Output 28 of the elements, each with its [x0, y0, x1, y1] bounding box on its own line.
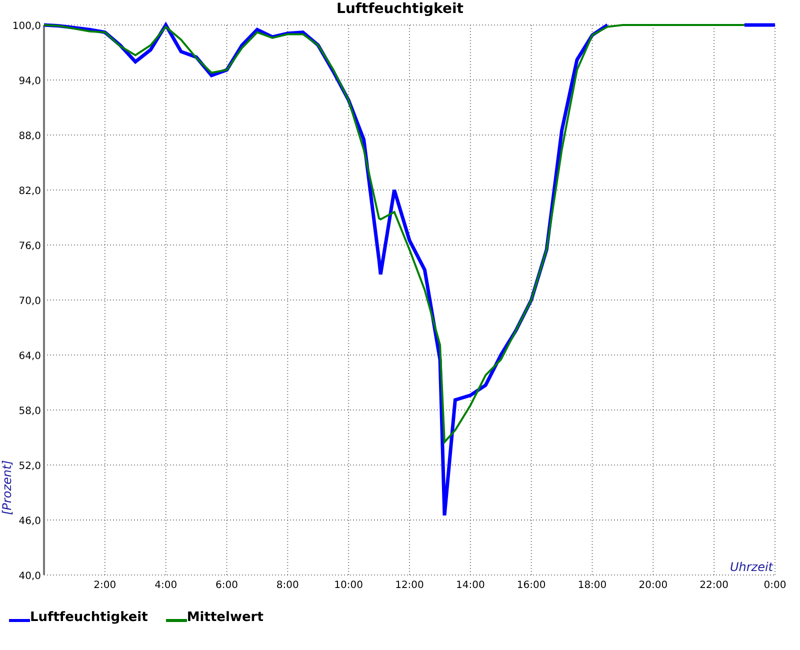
y-tick-label: 58,0 — [18, 406, 41, 417]
x-tick-label: 0:00 — [764, 580, 786, 591]
y-tick-label: 88,0 — [18, 131, 41, 142]
x-tick-label: 16:00 — [516, 580, 546, 591]
x-tick-label: 10:00 — [334, 580, 363, 591]
x-tick-label: 22:00 — [700, 580, 728, 591]
x-tick-label: 20:00 — [638, 580, 668, 591]
y-tick-label: 76,0 — [18, 241, 41, 252]
y-tick-label: 40,0 — [18, 571, 41, 582]
x-tick-label: 2:00 — [94, 580, 116, 591]
x-tick-label: 6:00 — [216, 580, 238, 591]
x-tick-label: 8:00 — [276, 580, 299, 591]
y-tick-label: 70,0 — [18, 296, 41, 307]
chart-title: Luftfeuchtigkeit — [336, 0, 464, 19]
y-axis-title: [Prozent] — [0, 460, 14, 515]
legend-label: Mittelwert — [186, 610, 264, 625]
y-tick-label: 100,0 — [12, 21, 41, 32]
x-axis-title: Uhrzeit — [730, 560, 773, 574]
y-tick-label: 46,0 — [18, 516, 41, 527]
x-tick-label: 18:00 — [578, 580, 607, 591]
legend-label: Luftfeuchtigkeit — [30, 610, 148, 625]
y-tick-label: 52,0 — [18, 461, 41, 472]
y-tick-label: 64,0 — [18, 351, 41, 362]
x-tick-label: 14:00 — [456, 580, 485, 591]
y-tick-label: 94,0 — [18, 76, 41, 87]
x-tick-label: 12:00 — [395, 580, 424, 591]
y-tick-label: 82,0 — [18, 186, 41, 197]
x-tick-label: 4:00 — [154, 580, 178, 591]
